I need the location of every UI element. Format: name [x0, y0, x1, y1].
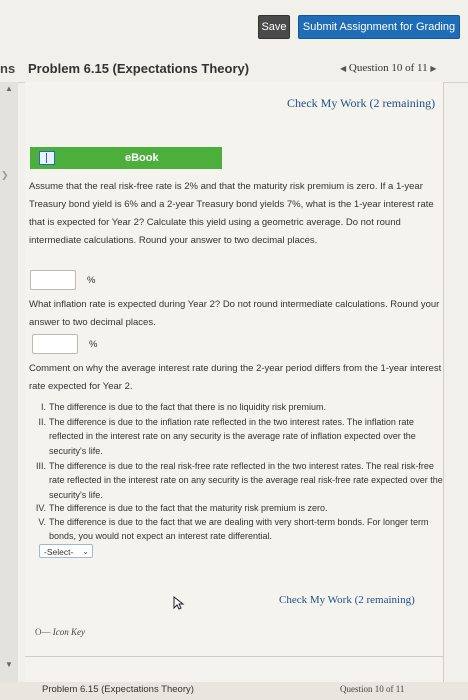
scroll-down-icon[interactable]: ▼: [5, 660, 13, 669]
check-my-work-link-bottom[interactable]: Check My Work (2 remaining): [279, 594, 415, 606]
question-counter: Question 10 of 11: [348, 62, 428, 74]
key-icon: O⁠—: [35, 627, 51, 637]
save-button[interactable]: Save: [258, 15, 290, 39]
chevron-down-icon: ⌄: [82, 547, 89, 556]
inflation-rate-input[interactable]: [32, 334, 78, 354]
scroll-up-icon[interactable]: ▲: [5, 84, 13, 93]
mouse-cursor-icon: [173, 596, 185, 610]
footer-problem-title: Problem 6.15 (Expectations Theory): [42, 684, 194, 695]
percent-unit-2: %: [89, 339, 98, 350]
card-divider: [25, 656, 443, 657]
option-item: V. The difference is due to the fact that…: [38, 517, 429, 542]
footer-bar: Problem 6.15 (Expectations Theory) Quest…: [0, 682, 468, 700]
submit-assignment-button[interactable]: Submit Assignment for Grading: [298, 15, 460, 39]
icon-key-label: Icon Key: [52, 627, 85, 637]
footer-question-nav[interactable]: Question 10 of 11: [340, 684, 404, 694]
question-part2-text: What inflation rate is expected during Y…: [29, 299, 440, 328]
option-item: II. The difference is due to the inflatio…: [38, 417, 416, 456]
percent-unit-1: %: [87, 275, 96, 286]
ebook-label: eBook: [125, 152, 159, 164]
check-my-work-link-top[interactable]: Check My Work (2 remaining): [287, 96, 435, 111]
answer-select-dropdown[interactable]: -Select- ⌄: [39, 544, 93, 558]
option-item: III. The difference is due to the real ri…: [35, 461, 443, 500]
select-value: -Select-: [44, 547, 74, 557]
question-part1-text: Assume that the real risk-free rate is 2…: [29, 181, 434, 246]
collapse-marker-icon[interactable]: ❯: [1, 170, 9, 181]
ebook-button[interactable]: eBook: [30, 147, 222, 169]
question-card: Check My Work (2 remaining) eBook Assume…: [25, 82, 444, 682]
problem-header: ns Problem 6.15 (Expectations Theory) ◀ …: [0, 52, 468, 83]
expected-rate-input[interactable]: [30, 270, 76, 290]
next-question-icon[interactable]: ▶: [430, 64, 436, 73]
icon-key-link[interactable]: O⁠— Icon Key: [35, 627, 85, 637]
sidebar-label-fragment: ns: [0, 61, 16, 76]
prev-question-icon[interactable]: ◀: [340, 64, 346, 73]
option-item: IV. The difference is due to the fact tha…: [35, 503, 328, 513]
option-item: I. The difference is due to the fact that…: [40, 402, 326, 412]
top-toolbar: Save Submit Assignment for Grading: [0, 0, 468, 52]
question-navigator[interactable]: ◀ Question 10 of 11 ▶: [340, 62, 437, 74]
question-part3-text: Comment on why the average interest rate…: [29, 363, 442, 392]
problem-title: Problem 6.15 (Expectations Theory): [28, 61, 250, 76]
book-icon: [39, 151, 55, 165]
left-scroll-strip[interactable]: ▲ ❯ ▼: [0, 82, 18, 700]
